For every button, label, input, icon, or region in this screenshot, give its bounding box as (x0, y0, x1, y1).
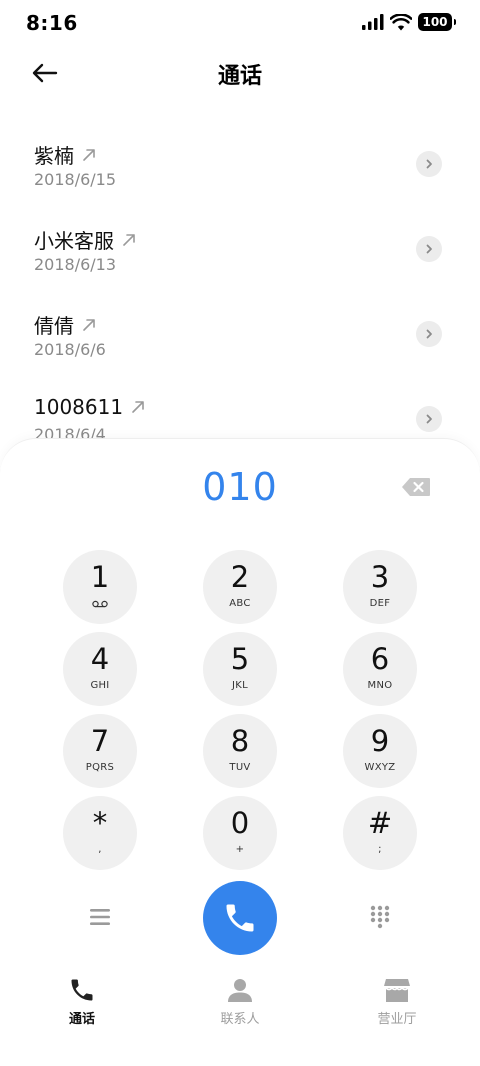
call-name-row: 紫楠 (34, 140, 96, 169)
key-6[interactable]: 6 MNO (343, 632, 417, 706)
key-letters: WXYZ (364, 762, 396, 773)
key-0[interactable]: 0 + (203, 796, 277, 870)
page-title: 通话 (217, 64, 262, 89)
backspace-icon (402, 478, 430, 496)
key-letters: JKL (232, 680, 248, 691)
key-digit: * (92, 806, 108, 840)
store-icon (384, 979, 410, 1002)
wifi-icon (390, 13, 412, 30)
outgoing-call-icon (83, 318, 95, 331)
outgoing-call-icon (83, 148, 95, 161)
status-icons: 100 (362, 13, 456, 31)
call-item[interactable]: 小米客服 2018/6/13 (0, 207, 480, 292)
key-digit: 4 (90, 642, 110, 676)
nav-label: 通话 (68, 1012, 95, 1027)
call-name-row: 倩倩 (34, 310, 96, 339)
call-detail-button[interactable] (416, 151, 442, 177)
call-name: 紫楠 (34, 144, 74, 168)
key-9[interactable]: 9 WXYZ (343, 714, 417, 788)
outgoing-call-icon (123, 233, 135, 246)
key-letters: GHI (90, 680, 110, 691)
key-hash[interactable]: # ; (343, 796, 417, 870)
key-digit: 6 (370, 642, 390, 676)
key-letters: MNO (367, 680, 393, 691)
battery-icon: 100 (418, 13, 456, 31)
key-digit: 8 (230, 724, 250, 758)
nav-label: 联系人 (220, 1012, 260, 1027)
call-detail-button[interactable] (416, 406, 442, 432)
call-list: 紫楠 2018/6/15 小米客服 2018/6/13 倩倩 2018/6/6 … (0, 122, 480, 440)
call-detail-button[interactable] (416, 236, 442, 262)
phone-icon (226, 904, 254, 932)
phone-icon (71, 979, 93, 1001)
call-date: 2018/6/15 (34, 170, 117, 189)
dialpad-icon (370, 905, 390, 929)
chevron-right-icon (426, 329, 432, 339)
key-digit: 5 (230, 642, 250, 676)
key-digit: 0 (230, 806, 250, 840)
key-letters: ABC (229, 598, 251, 609)
key-digit: 2 (230, 560, 250, 594)
call-name-row: 小米客服 (34, 225, 136, 254)
key-7[interactable]: 7 PQRS (63, 714, 137, 788)
call-name: 1008611 (34, 395, 124, 419)
call-item[interactable]: 1008611 2018/6/4 (0, 377, 480, 440)
key-digit: 9 (370, 724, 390, 758)
key-letters: DEF (369, 598, 391, 609)
nav-tab-calls[interactable]: 通话 (32, 972, 132, 1032)
header: 通话 (0, 46, 480, 102)
chevron-right-icon (426, 414, 432, 424)
status-time: 8:16 (26, 11, 78, 35)
outgoing-call-icon (132, 401, 144, 413)
key-letters: PQRS (85, 762, 115, 773)
key-letters: TUV (229, 762, 251, 773)
key-3[interactable]: 3 DEF (343, 550, 417, 624)
person-icon (228, 979, 252, 1002)
menu-icon (90, 909, 110, 925)
key-2[interactable]: 2 ABC (203, 550, 277, 624)
key-4[interactable]: 4 GHI (63, 632, 137, 706)
call-item[interactable]: 紫楠 2018/6/15 (0, 122, 480, 207)
backspace-button[interactable] (401, 477, 431, 497)
bottom-nav: 通话 联系人 营业厅 (0, 972, 480, 1066)
call-item[interactable]: 倩倩 2018/6/6 (0, 292, 480, 377)
key-5[interactable]: 5 JKL (203, 632, 277, 706)
chevron-right-icon (426, 244, 432, 254)
key-letters: , (98, 844, 102, 855)
nav-tab-service-hall[interactable]: 营业厅 (347, 972, 447, 1032)
key-8[interactable]: 8 TUV (203, 714, 277, 788)
call-date: 2018/6/6 (34, 340, 106, 359)
voicemail-icon (92, 600, 108, 608)
key-digit: # (367, 806, 393, 840)
status-bar: 8:16 100 (0, 0, 480, 46)
call-button[interactable] (203, 881, 277, 955)
menu-button[interactable] (86, 903, 114, 931)
call-detail-button[interactable] (416, 321, 442, 347)
key-star[interactable]: * , (63, 796, 137, 870)
call-name: 倩倩 (34, 314, 74, 338)
signal-icon (362, 14, 384, 30)
chevron-right-icon (426, 159, 432, 169)
nav-label: 营业厅 (377, 1012, 417, 1027)
call-name-row: 1008611 (34, 395, 145, 419)
key-digit: 1 (90, 560, 110, 594)
call-name: 小米客服 (34, 229, 114, 253)
key-digit: 3 (370, 560, 390, 594)
key-letters: ; (378, 844, 382, 855)
keypad-toggle-button[interactable] (366, 903, 394, 931)
nav-tab-contacts[interactable]: 联系人 (190, 972, 290, 1032)
key-1[interactable]: 1 (63, 550, 137, 624)
key-digit: 7 (90, 724, 110, 758)
key-letters: + (235, 844, 245, 855)
call-date: 2018/6/13 (34, 255, 117, 274)
